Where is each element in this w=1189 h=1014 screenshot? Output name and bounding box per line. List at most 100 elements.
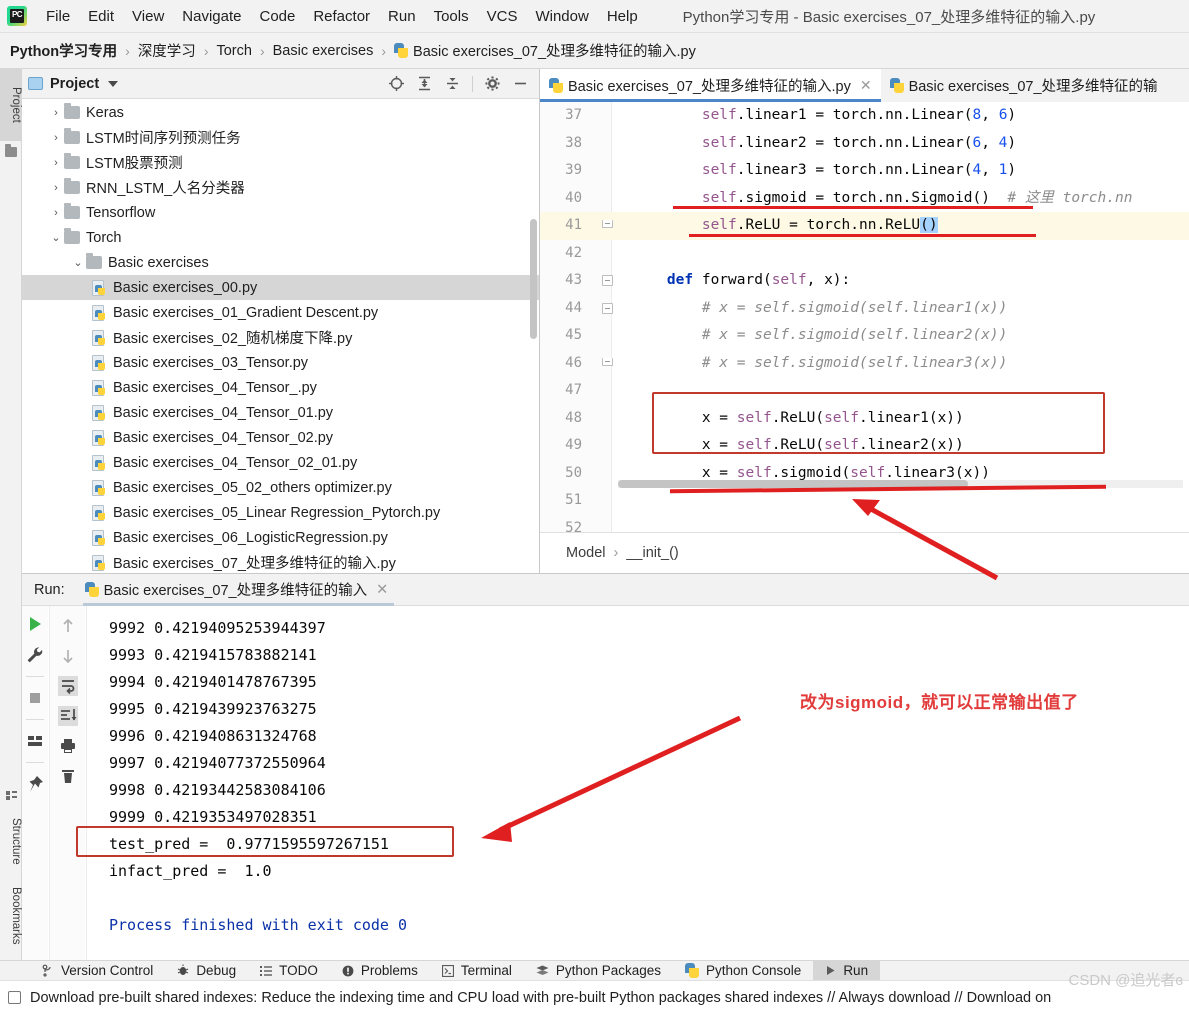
menu-vcs[interactable]: VCS (478, 5, 527, 28)
code-line[interactable]: 48 x = self.ReLU(self.linear1(x)) (540, 405, 1189, 433)
tree-file-row[interactable]: Basic exercises_04_Tensor_02_01.py (22, 450, 539, 475)
code-line[interactable]: 38 self.linear2 = torch.nn.Linear(6, 4) (540, 130, 1189, 158)
menu-navigate[interactable]: Navigate (173, 5, 250, 28)
tool-button-problems[interactable]: Problems (330, 961, 430, 981)
menu-refactor[interactable]: Refactor (304, 5, 379, 28)
tree-folder-row[interactable]: › Tensorflow (22, 200, 539, 225)
breadcrumb-item-project[interactable]: Python学习专用 (10, 40, 117, 61)
print-icon[interactable] (58, 736, 78, 756)
code-fold-icon[interactable] (602, 302, 613, 314)
soft-wrap-icon[interactable] (57, 676, 78, 696)
code-line[interactable]: 45 # x = self.sigmoid(self.linear2(x)) (540, 322, 1189, 350)
menu-help[interactable]: Help (598, 5, 647, 28)
code-viewport[interactable]: 37 self.linear1 = torch.nn.Linear(8, 6) 3… (540, 102, 1189, 532)
tree-folder-row[interactable]: › RNN_LSTM_人名分类器 (22, 175, 539, 200)
stop-icon[interactable] (25, 688, 45, 708)
collapse-all-icon[interactable] (444, 75, 461, 92)
scroll-to-end-icon[interactable] (57, 706, 78, 726)
expand-all-icon[interactable] (416, 75, 433, 92)
chevron-right-icon[interactable]: › (48, 182, 64, 194)
menu-code[interactable]: Code (250, 5, 304, 28)
trash-icon[interactable] (58, 766, 78, 786)
code-line[interactable]: 52 (540, 515, 1189, 533)
chevron-down-icon[interactable]: ⌄ (48, 231, 64, 244)
chevron-right-icon[interactable]: › (48, 132, 64, 144)
code-line[interactable]: 42 (540, 240, 1189, 268)
breadcrumb-item-file[interactable]: Basic exercises_07_处理多维特征的输入.py (413, 40, 696, 61)
code-line[interactable]: 41 self.ReLU = torch.nn.ReLU() (540, 212, 1189, 240)
chevron-down-icon[interactable]: ⌄ (70, 256, 86, 269)
tool-button-todo[interactable]: TODO (248, 961, 330, 981)
wrench-icon[interactable] (25, 645, 45, 665)
tree-folder-row[interactable]: › LSTM股票预测 (22, 150, 539, 175)
tool-button-python-console[interactable]: Python Console (673, 961, 813, 981)
breadcrumb-method[interactable]: __init_() (626, 545, 678, 561)
close-icon[interactable]: ✕ (860, 77, 872, 94)
code-line[interactable]: 51 (540, 487, 1189, 515)
tree-folder-row[interactable]: › LSTM时间序列预测任务 (22, 125, 539, 150)
tool-button-version-control[interactable]: Version Control (30, 961, 165, 981)
tree-file-row[interactable]: Basic exercises_01_Gradient Descent.py (22, 300, 539, 325)
tree-file-row[interactable]: Basic exercises_05_02_others optimizer.p… (22, 475, 539, 500)
chevron-right-icon[interactable]: › (48, 107, 64, 119)
pin-icon[interactable] (25, 774, 45, 794)
gear-icon[interactable] (484, 75, 501, 92)
chevron-right-icon[interactable]: › (48, 207, 64, 219)
chevron-down-icon[interactable] (108, 80, 119, 87)
code-fold-icon[interactable] (602, 275, 613, 286)
tree-folder-row[interactable]: ⌄ Basic exercises (22, 250, 539, 275)
run-icon[interactable] (25, 614, 45, 634)
code-line[interactable]: 37 self.linear1 = torch.nn.Linear(8, 6) (540, 102, 1189, 130)
breadcrumb-item-deeplearning[interactable]: 深度学习 (138, 40, 196, 61)
editor-horizontal-scrollbar[interactable] (618, 480, 1183, 488)
hide-panel-icon[interactable] (512, 75, 529, 92)
tree-file-row[interactable]: Basic exercises_03_Tensor.py (22, 350, 539, 375)
tree-file-row[interactable]: Basic exercises_07_处理多维特征的输入.py (22, 550, 539, 573)
tree-file-row[interactable]: Basic exercises_04_Tensor_.py (22, 375, 539, 400)
breadcrumb-item-basic-exercises[interactable]: Basic exercises (273, 43, 374, 59)
code-line[interactable]: 46 # x = self.sigmoid(self.linear3(x)) (540, 350, 1189, 378)
tree-file-row[interactable]: Basic exercises_04_Tensor_02.py (22, 425, 539, 450)
tree-folder-row[interactable]: › Keras (22, 100, 539, 125)
project-tree-scrollbar[interactable] (530, 219, 537, 339)
tree-file-row[interactable]: Basic exercises_05_Linear Regression_Pyt… (22, 500, 539, 525)
rail-button-project[interactable]: Project (0, 69, 22, 141)
code-line[interactable]: 49 x = self.ReLU(self.linear2(x)) (540, 432, 1189, 460)
menu-edit[interactable]: Edit (79, 5, 123, 28)
menu-window[interactable]: Window (526, 5, 597, 28)
tool-button-debug[interactable]: Debug (165, 961, 248, 981)
run-configuration-tab[interactable]: Basic exercises_07_处理多维特征的输入 ✕ (82, 574, 395, 606)
tree-file-row[interactable]: Basic exercises_00.py (22, 275, 539, 300)
project-file-tree[interactable]: › Keras › LSTM时间序列预测任务 › LSTM股票预测 › RNN_LSTM_人名… (22, 100, 539, 573)
rail-button-bookmarks[interactable]: Bookmarks (0, 880, 22, 952)
arrow-up-icon[interactable] (58, 616, 78, 636)
run-console-output[interactable]: 9992 0.42194095253944397 9993 0.421941578… (86, 606, 1189, 960)
tree-file-row[interactable]: Basic exercises_04_Tensor_01.py (22, 400, 539, 425)
breadcrumb-item-torch[interactable]: Torch (216, 43, 251, 59)
tool-button-python-packages[interactable]: Python Packages (524, 961, 673, 981)
locate-icon[interactable] (388, 75, 405, 92)
code-fold-icon[interactable] (602, 357, 613, 366)
tool-button-run[interactable]: Run (813, 960, 881, 981)
code-line[interactable]: 39 self.linear3 = torch.nn.Linear(4, 1) (540, 157, 1189, 185)
checkbox-icon[interactable] (8, 991, 21, 1004)
code-fold-icon[interactable] (602, 220, 613, 228)
arrow-down-icon[interactable] (58, 646, 78, 666)
code-line[interactable]: 47 (540, 377, 1189, 405)
code-line[interactable]: 44 # x = self.sigmoid(self.linear1(x)) (540, 295, 1189, 323)
tool-button-terminal[interactable]: Terminal (430, 961, 524, 981)
tree-folder-row[interactable]: ⌄ Torch (22, 225, 539, 250)
chevron-right-icon[interactable]: › (48, 157, 64, 169)
menu-run[interactable]: Run (379, 5, 425, 28)
menu-file[interactable]: File (37, 5, 79, 28)
editor-tab-active[interactable]: Basic exercises_07_处理多维特征的输入.py ✕ (540, 69, 881, 102)
breadcrumb-class[interactable]: Model (566, 545, 606, 561)
menu-tools[interactable]: Tools (425, 5, 478, 28)
tree-file-row[interactable]: Basic exercises_02_随机梯度下降.py (22, 325, 539, 350)
code-line[interactable]: 43 def forward(self, x): (540, 267, 1189, 295)
editor-tab-secondary[interactable]: Basic exercises_07_处理多维特征的输 (880, 69, 1167, 102)
code-line[interactable]: 40 self.sigmoid = torch.nn.Sigmoid() # 这… (540, 185, 1189, 213)
close-icon[interactable]: ✕ (376, 582, 388, 598)
menu-view[interactable]: View (123, 5, 173, 28)
layout-icon[interactable] (25, 731, 45, 751)
